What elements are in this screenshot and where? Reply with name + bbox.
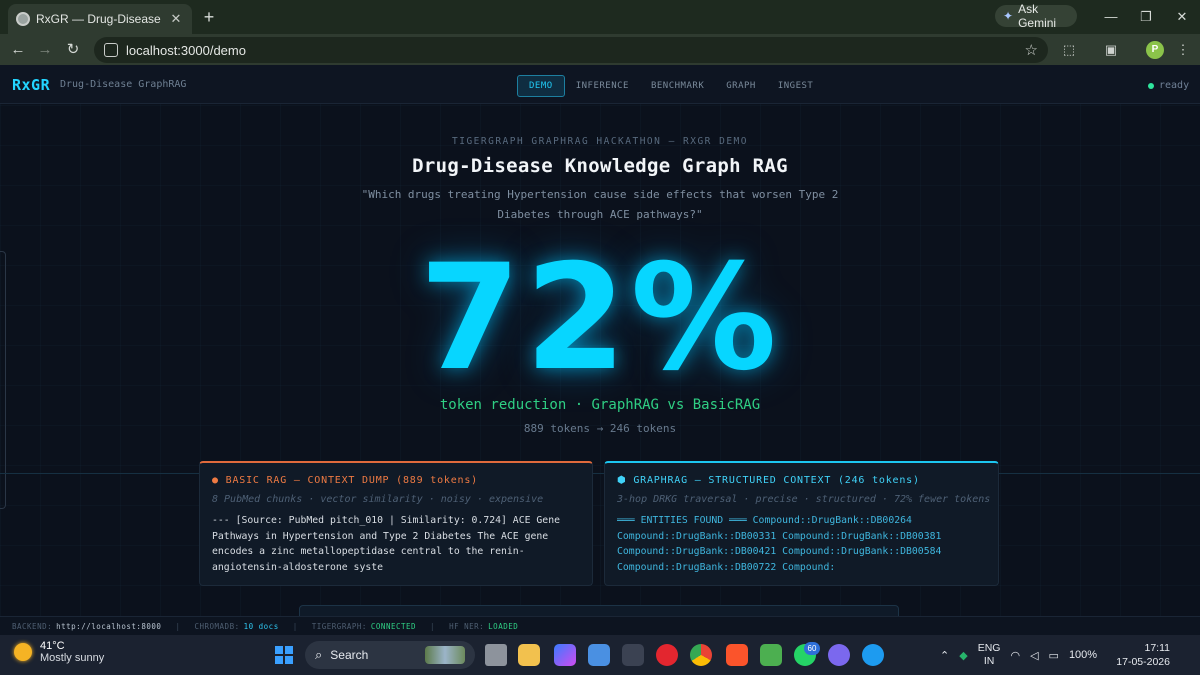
ask-gemini-button[interactable]: ✦ Ask Gemini [995, 2, 1077, 30]
profile-avatar[interactable]: P [1146, 41, 1164, 59]
weather-widget[interactable]: 41°C Mostly sunny [14, 640, 104, 664]
wifi-icon[interactable]: ◠ [1010, 649, 1020, 662]
graph-rag-panel: ⬢ GRAPHRAG — STRUCTURED CONTEXT (246 tok… [604, 461, 999, 586]
security-icon[interactable]: ◆ [959, 649, 967, 662]
gemini-sparkle-icon: ✦ [1003, 9, 1014, 23]
hf-ner-label: HF NER: [449, 621, 485, 631]
chromadb-label: CHROMADB: [194, 621, 240, 631]
close-window-icon[interactable]: ✕ [1170, 6, 1194, 28]
globe-icon [16, 12, 30, 26]
chevron-up-icon[interactable]: ⌃ [940, 649, 949, 662]
tab-graph[interactable]: GRAPH [715, 75, 767, 97]
basic-rag-panel: ● BASIC RAG — CONTEXT DUMP (889 tokens) … [199, 461, 593, 586]
taskbar-search[interactable]: ⌕ Search [305, 641, 475, 669]
app-icon[interactable] [760, 644, 782, 666]
clock-time: 17:11 [1144, 642, 1171, 654]
graph-rag-subtitle: 3-hop DRKG traversal · precise · structu… [617, 494, 991, 505]
app-icon[interactable] [828, 644, 850, 666]
status-dot-icon [1148, 82, 1154, 89]
app-viewport: RxGR Drug-Disease GraphRAG DEMO INFERENC… [0, 65, 1200, 635]
new-tab-button[interactable]: + [198, 6, 220, 28]
hf-ner-value: LOADED [488, 621, 519, 631]
file-explorer-icon[interactable] [518, 644, 540, 666]
basic-rag-context: --- [Source: PubMed pitch_010 | Similari… [212, 515, 560, 573]
forward-arrow-icon[interactable]: → [33, 38, 57, 62]
app-icon[interactable] [622, 644, 644, 666]
extensions-icon[interactable]: ⬚ [1058, 39, 1080, 61]
backend-value: http://localhost:8000 [56, 621, 162, 631]
opera-icon[interactable] [656, 644, 678, 666]
more-menu-icon[interactable]: ⋮ [1172, 39, 1194, 61]
basic-rag-subtitle: 8 PubMed chunks · vector similarity · no… [212, 494, 544, 505]
browser-tab-strip: RxGR — Drug-Disease GraphRAG ✕ + ✦ Ask G… [0, 0, 1200, 34]
docker-icon[interactable] [862, 644, 884, 666]
tab-demo[interactable]: DEMO [517, 75, 565, 97]
chrome-icon[interactable] [690, 644, 712, 666]
tigergraph-value: CONNECTED [370, 621, 417, 631]
token-counts: 889 tokens → 246 tokens [523, 422, 677, 435]
address-bar-url: localhost:3000/demo [126, 42, 246, 58]
token-reduction-value: 72% [419, 233, 781, 403]
tab-ingest[interactable]: INGEST [767, 75, 825, 97]
footer-separator: | [430, 621, 436, 631]
tab-search-icon[interactable]: ▣ [1100, 39, 1122, 61]
app-subtitle: Drug-Disease GraphRAG [60, 79, 187, 90]
tigergraph-label: TIGERGRAPH: [311, 621, 367, 631]
chromadb-value: 10 docs [243, 621, 279, 631]
search-highlight-image [425, 646, 465, 664]
weather-temp: 41°C [40, 640, 65, 652]
nav-tabs: DEMO INFERENCE BENCHMARK GRAPH INGEST [517, 75, 824, 97]
address-bar[interactable]: localhost:3000/demo ☆ [94, 37, 1048, 63]
browser-tab[interactable]: RxGR — Drug-Disease GraphRAG ✕ [8, 4, 192, 34]
page-title: Drug-Disease Knowledge Graph RAG [412, 155, 788, 177]
system-clock[interactable]: 17:11 17-05-2026 [1110, 641, 1170, 669]
tab-inference[interactable]: INFERENCE [565, 75, 640, 97]
backend-label: BACKEND: [12, 621, 53, 631]
search-icon: ⌕ [315, 647, 323, 662]
weather-condition: Mostly sunny [40, 652, 105, 664]
status-footer: BACKEND: http://localhost:8000 | CHROMAD… [0, 616, 1200, 635]
volume-icon[interactable]: ◁ [1030, 649, 1038, 662]
demo-question: "Which drugs treating Hypertension cause… [361, 188, 839, 221]
copilot-icon[interactable] [554, 644, 576, 666]
region-code: IN [983, 655, 995, 667]
browser-tab-title: RxGR — Drug-Disease GraphRAG [36, 12, 162, 26]
hero-eyebrow: TIGERGRAPH GRAPHRAG HACKATHON — RXGR DEM… [452, 136, 748, 147]
battery-percent: 100% [1068, 649, 1098, 661]
footer-separator: | [292, 621, 298, 631]
clock-date: 17-05-2026 [1116, 656, 1170, 668]
footer-separator: | [175, 621, 181, 631]
windows-taskbar: 41°C Mostly sunny ⌕ Search 60 ⌃ ◆ ENG IN… [0, 635, 1200, 675]
app-header: RxGR Drug-Disease GraphRAG DEMO INFERENC… [0, 65, 1200, 104]
bookmark-star-icon[interactable]: ☆ [1025, 41, 1038, 59]
ask-gemini-label: Ask Gemini [1018, 2, 1057, 30]
divider [0, 473, 1200, 474]
brave-icon[interactable] [726, 644, 748, 666]
language-code: ENG [977, 642, 1001, 654]
basic-rag-title: ● BASIC RAG — CONTEXT DUMP (889 tokens) [212, 475, 478, 486]
minimize-icon[interactable]: — [1099, 6, 1123, 28]
browser-toolbar: ← → ↻ localhost:3000/demo ☆ ⬚ ▣ P ⋮ [0, 34, 1200, 65]
reload-icon[interactable]: ↻ [61, 38, 85, 62]
battery-icon[interactable]: ▭ [1049, 649, 1059, 662]
taskbar-search-label: Search [330, 648, 369, 662]
graph-rag-context: ═══ ENTITIES FOUND ═══ Compound::DrugBan… [617, 515, 942, 573]
task-view-icon[interactable] [485, 644, 507, 666]
site-info-icon[interactable] [104, 43, 118, 57]
back-arrow-icon[interactable]: ← [6, 38, 30, 62]
windows-start-icon[interactable] [275, 646, 293, 664]
store-icon[interactable] [588, 644, 610, 666]
token-reduction-label: token reduction · GraphRAG vs BasicRAG [439, 397, 761, 413]
status-text: ready [1159, 80, 1190, 91]
whatsapp-badge: 60 [804, 642, 820, 655]
language-indicator[interactable]: ENG IN [978, 642, 1001, 668]
close-tab-icon[interactable]: ✕ [168, 11, 184, 27]
system-tray: ⌃ ◆ ENG IN ◠ ◁ ▭ 100% [940, 635, 1097, 675]
tab-benchmark[interactable]: BENCHMARK [640, 75, 715, 97]
sun-icon [14, 643, 32, 661]
status-indicator: ready [1148, 80, 1189, 91]
graph-rag-title: ⬢ GRAPHRAG — STRUCTURED CONTEXT (246 tok… [617, 475, 920, 486]
restore-icon[interactable]: ❐ [1134, 6, 1158, 28]
app-logo[interactable]: RxGR [12, 76, 50, 94]
